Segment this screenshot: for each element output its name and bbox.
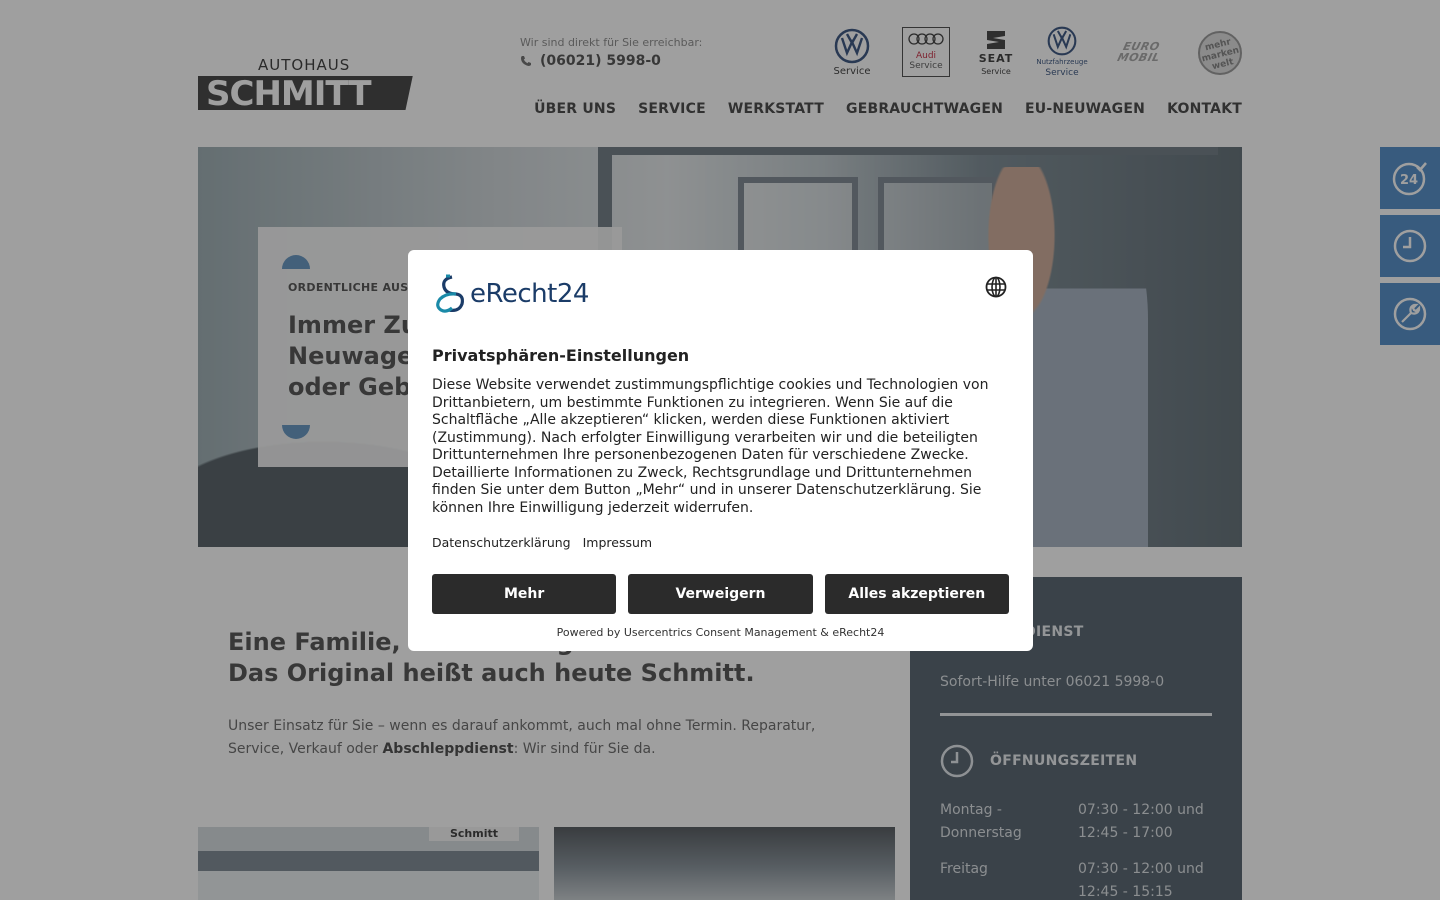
erecht24-wordmark: eRecht24 xyxy=(470,279,589,309)
imprint-link[interactable]: Impressum xyxy=(583,535,652,550)
consent-title: Privatsphären-Einstellungen xyxy=(432,346,690,365)
privacy-policy-link[interactable]: Datenschutzerklärung xyxy=(432,535,571,550)
accept-all-button[interactable]: Alles akzeptieren xyxy=(824,574,1009,614)
consent-body-text: Diese Website verwendet zustimmungspflic… xyxy=(432,377,989,516)
language-globe-icon[interactable] xyxy=(985,276,1007,298)
consent-buttons: Mehr Verweigern Alles akzeptieren xyxy=(432,574,1009,614)
cookie-consent-dialog: eRecht24 Privatsphären-Einstellungen Die… xyxy=(408,250,1033,651)
consent-links: Datenschutzerklärung Impressum xyxy=(432,535,652,550)
erecht24-logo: eRecht24 xyxy=(432,274,589,314)
erecht24-mark-icon xyxy=(436,274,464,313)
deny-button[interactable]: Verweigern xyxy=(628,574,813,614)
powered-by-text: Powered by Usercentrics Consent Manageme… xyxy=(556,626,885,639)
more-button[interactable]: Mehr xyxy=(432,574,617,614)
